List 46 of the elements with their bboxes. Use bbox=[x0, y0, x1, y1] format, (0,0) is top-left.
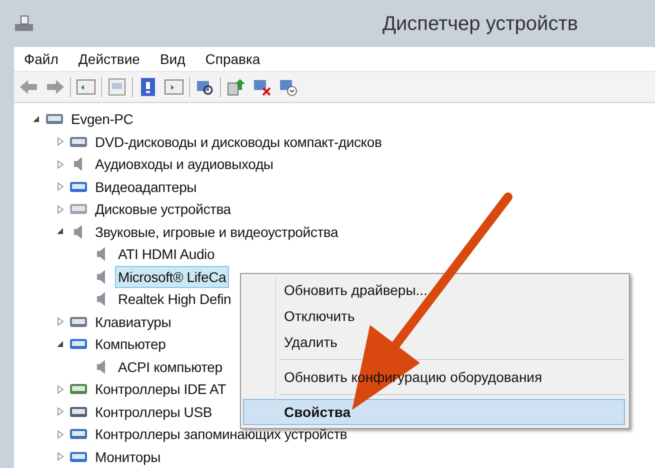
tree-item[interactable]: ATI HDMI Audio bbox=[115, 243, 218, 266]
tree-item[interactable]: Аудиовходы и аудиовыходы bbox=[92, 153, 276, 176]
back-arrow-icon[interactable] bbox=[18, 77, 40, 97]
expand-arrow-icon[interactable] bbox=[56, 160, 64, 169]
collapse-arrow-icon[interactable] bbox=[56, 228, 64, 236]
tree-item[interactable]: Контроллеры USB bbox=[92, 400, 215, 423]
collapse-arrow-icon[interactable] bbox=[56, 340, 64, 348]
expand-arrow-icon[interactable] bbox=[56, 137, 64, 146]
expand-arrow-icon[interactable] bbox=[56, 407, 64, 416]
menu-item[interactable]: Удалить bbox=[243, 329, 625, 355]
menu-item[interactable]: Отключить bbox=[243, 303, 625, 329]
expand-arrow-icon[interactable] bbox=[56, 182, 64, 192]
forward-arrow-icon[interactable] bbox=[44, 77, 66, 97]
tree-item[interactable]: Контроллеры запоминающих устройств bbox=[92, 423, 350, 446]
menu-item[interactable]: Файл bbox=[24, 48, 58, 70]
tree-item[interactable]: Microsoft® LifeCa bbox=[115, 266, 230, 288]
tree-item[interactable]: DVD-дисководы и дисководы компакт-дисков bbox=[92, 130, 385, 153]
tree-item[interactable]: Мониторы bbox=[92, 446, 164, 468]
expand-arrow-icon[interactable] bbox=[56, 452, 64, 462]
app-icon bbox=[14, 14, 34, 32]
tree-item[interactable]: Realtek High Defin bbox=[115, 288, 234, 310]
properties-icon[interactable] bbox=[106, 77, 128, 97]
window-title: Диспетчер устройств bbox=[382, 12, 578, 36]
menu-item[interactable]: Справка bbox=[205, 48, 260, 70]
tree-item[interactable]: Компьютер bbox=[92, 333, 169, 356]
expand-arrow-icon[interactable] bbox=[56, 430, 64, 439]
menu-item[interactable]: Вид bbox=[160, 48, 186, 70]
uninstall-icon[interactable] bbox=[277, 77, 299, 97]
tree-item[interactable]: Evgen-PC bbox=[68, 108, 136, 130]
tree-item[interactable]: Видеоадаптеры bbox=[92, 176, 200, 198]
menu-item[interactable]: Обновить драйверы... bbox=[243, 277, 625, 303]
update-driver-icon[interactable] bbox=[225, 77, 247, 97]
expand-arrow-icon[interactable] bbox=[56, 317, 64, 326]
tree-item[interactable]: Звуковые, игровые и видеоустройства bbox=[92, 220, 342, 243]
tree-item[interactable]: Клавиатуры bbox=[92, 310, 174, 333]
collapse-arrow-icon[interactable] bbox=[32, 116, 40, 123]
expand-arrow-icon[interactable] bbox=[56, 204, 64, 214]
panel-icon[interactable] bbox=[163, 77, 185, 97]
menu-item[interactable]: Свойства bbox=[243, 399, 625, 425]
disable-icon[interactable] bbox=[251, 77, 273, 97]
tree-item[interactable]: ACPI компьютер bbox=[115, 356, 226, 378]
panel-icon[interactable] bbox=[75, 77, 97, 97]
expand-arrow-icon[interactable] bbox=[56, 384, 64, 394]
menu-item[interactable]: Действие bbox=[78, 48, 140, 70]
tree-item[interactable]: Дисковые устройства bbox=[92, 198, 234, 220]
tree-item[interactable]: Контроллеры IDE AT bbox=[92, 378, 229, 400]
